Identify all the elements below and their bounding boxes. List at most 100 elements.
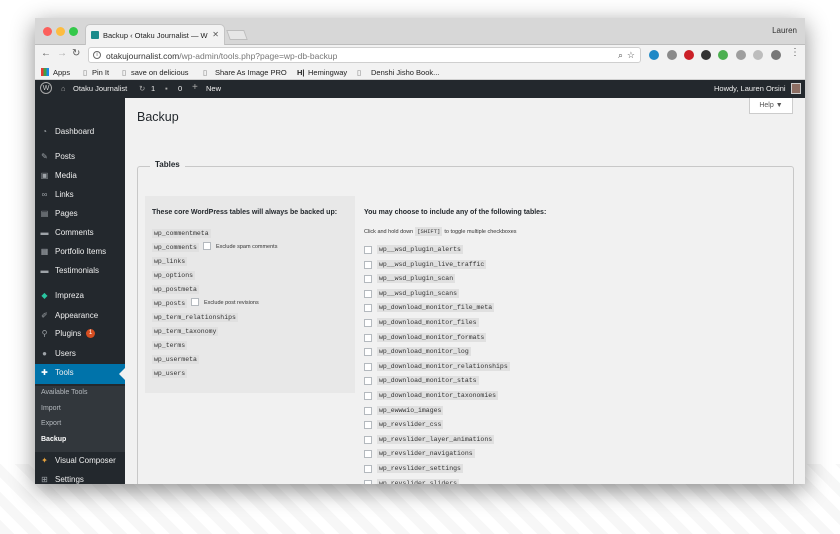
- optional-table-checkbox[interactable]: [364, 465, 372, 473]
- submenu-import[interactable]: Import: [41, 405, 61, 412]
- browser-tab[interactable]: Backup ‹ Otaku Journalist — W ✕: [85, 24, 225, 45]
- zoom-icon[interactable]: ⌕: [618, 50, 623, 61]
- comment-icon: ▬: [40, 228, 49, 237]
- blocked-icon[interactable]: [771, 50, 781, 60]
- maximize-window-button[interactable]: [69, 27, 78, 36]
- optional-table-checkbox[interactable]: [364, 450, 372, 459]
- submenu-export[interactable]: Export: [41, 420, 61, 427]
- optional-tables-heading: You may choose to include any of the fol…: [364, 209, 547, 216]
- core-table-name: wp_links: [152, 257, 188, 266]
- sidebar-item-comments[interactable]: ▬ Comments: [35, 224, 125, 243]
- optional-table-name: wp_ewwwio_images: [377, 405, 444, 415]
- optional-table-checkbox[interactable]: [364, 421, 372, 430]
- sidebar-item-impreza[interactable]: ◆ Impreza: [35, 287, 125, 306]
- plus-icon[interactable]: +: [192, 82, 198, 93]
- forward-arrow-icon[interactable]: →: [57, 48, 67, 59]
- bookmark-pin-it[interactable]: Pin It: [92, 68, 109, 77]
- puzzle-extension-icon[interactable]: [667, 50, 677, 60]
- browser-toolbar: ← → ↻ i otakujournalist.com/wp-admin/too…: [35, 45, 805, 65]
- cloud-icon[interactable]: [736, 50, 746, 60]
- vc-icon: ✦: [41, 456, 48, 465]
- tab-title: Backup ‹ Otaku Journalist — W: [103, 31, 208, 40]
- sidebar-item-label: Settings: [55, 475, 84, 484]
- green-extension-icon[interactable]: [718, 50, 728, 60]
- submenu-available-tools[interactable]: Available Tools: [41, 389, 87, 396]
- testimonial-icon: ▬: [40, 266, 49, 275]
- bookmark-page-icon: ▯: [83, 68, 88, 77]
- sidebar-item-appearance[interactable]: ✐ Appearance: [35, 307, 125, 326]
- site-name-link[interactable]: Otaku Journalist: [73, 84, 127, 93]
- optional-table-checkbox[interactable]: [364, 304, 372, 313]
- minimize-window-button[interactable]: [56, 27, 65, 36]
- home-icon: ⌂: [61, 84, 66, 93]
- pinterest-icon[interactable]: [684, 50, 694, 60]
- updates-icon[interactable]: ↻: [139, 84, 145, 93]
- sidebar-item-testimonials[interactable]: ▬ Testimonials: [35, 262, 125, 281]
- gray-extension-icon[interactable]: [753, 50, 763, 60]
- info-icon[interactable]: i: [93, 51, 101, 59]
- optional-table-checkbox[interactable]: [364, 246, 372, 254]
- profile-name[interactable]: Lauren: [772, 26, 797, 35]
- sidebar-item-pages[interactable]: ▤ Pages: [35, 205, 125, 224]
- sidebar-item-tools[interactable]: ✚ Tools: [35, 364, 125, 384]
- exclude-revisions-checkbox[interactable]: [191, 298, 199, 306]
- sidebar-item-label: Pages: [55, 209, 78, 218]
- optional-table-checkbox[interactable]: [364, 289, 372, 298]
- extension-icon[interactable]: [649, 50, 659, 60]
- sidebar-item-links[interactable]: ∞ Links: [35, 186, 125, 205]
- sidebar-item-label: Posts: [55, 152, 76, 161]
- dark-extension-icon[interactable]: [701, 50, 711, 60]
- diamond-icon: ◆: [41, 291, 48, 300]
- comment-bubble-icon[interactable]: ▪: [165, 84, 168, 93]
- optional-table-checkbox[interactable]: [364, 377, 372, 386]
- close-window-button[interactable]: [43, 27, 52, 36]
- howdy-user-link[interactable]: Howdy, Lauren Orsini: [714, 84, 786, 93]
- brush-icon: ✐: [41, 311, 48, 320]
- updates-count[interactable]: 1: [151, 84, 155, 93]
- new-content-link[interactable]: New: [206, 84, 221, 93]
- sidebar-item-settings[interactable]: ⊞ Settings: [35, 471, 125, 484]
- bookmark-share-as-image[interactable]: Share As Image PRO: [215, 68, 287, 77]
- exclude-spam-checkbox[interactable]: [203, 242, 211, 250]
- help-tab-button[interactable]: Help ▼: [749, 98, 793, 114]
- avatar[interactable]: [791, 83, 801, 94]
- optional-table-checkbox[interactable]: [364, 260, 372, 269]
- sidebar-item-label: Links: [55, 190, 74, 199]
- sidebar-item-media[interactable]: ▣ Media: [35, 167, 125, 186]
- bookmark-apps[interactable]: Apps: [53, 68, 70, 77]
- optional-table-checkbox[interactable]: [364, 435, 372, 444]
- portfolio-icon: ▦: [40, 247, 49, 256]
- sidebar-item-posts[interactable]: ✎ Posts: [35, 148, 125, 167]
- reload-icon[interactable]: ↻: [72, 48, 80, 59]
- submenu-backup[interactable]: Backup: [41, 436, 66, 443]
- bookmark-denshi-jisho[interactable]: Denshi Jisho Book...: [371, 68, 439, 77]
- sidebar-item-plugins[interactable]: ⚲ Plugins 1: [35, 325, 125, 344]
- core-table-name: wp_term_relationships: [152, 313, 238, 322]
- bookmark-hemingway[interactable]: Hemingway: [308, 68, 347, 77]
- optional-table-checkbox[interactable]: [364, 348, 372, 357]
- optional-table-checkbox[interactable]: [364, 406, 372, 415]
- more-menu-icon[interactable]: ⋮: [790, 47, 800, 58]
- comments-count[interactable]: 0: [178, 84, 182, 93]
- optional-table-checkbox[interactable]: [364, 479, 372, 484]
- optional-table-checkbox[interactable]: [364, 319, 372, 327]
- optional-table-checkbox[interactable]: [364, 275, 372, 284]
- back-arrow-icon[interactable]: ←: [41, 48, 51, 59]
- new-tab-button[interactable]: [226, 30, 248, 40]
- wordpress-logo-icon[interactable]: W: [40, 82, 52, 94]
- bookmark-delicious[interactable]: save on delicious: [131, 68, 189, 77]
- wp-admin-bar: W ⌂ Otaku Journalist ↻ 1 ▪ 0 + New Howdy…: [35, 80, 805, 98]
- sidebar-item-visual-composer[interactable]: ✦ Visual Composer: [35, 452, 125, 471]
- shift-key: [SHIFT]: [415, 227, 443, 236]
- optional-table-checkbox[interactable]: [364, 362, 372, 371]
- sidebar-item-users[interactable]: ● Users: [35, 345, 125, 364]
- sidebar-item-dashboard[interactable]: ◔ Dashboard: [35, 123, 125, 142]
- optional-table-name: wp_revslider_layer_animations: [377, 434, 495, 444]
- sidebar-item-label: Visual Composer: [55, 456, 116, 465]
- address-bar[interactable]: i otakujournalist.com/wp-admin/tools.php…: [88, 47, 641, 63]
- sidebar-item-portfolio-items[interactable]: ▦ Portfolio Items: [35, 243, 125, 262]
- optional-table-checkbox[interactable]: [364, 392, 372, 400]
- bookmark-star-icon[interactable]: ☆: [627, 50, 635, 61]
- close-tab-icon[interactable]: ✕: [212, 30, 219, 39]
- optional-table-checkbox[interactable]: [364, 333, 372, 342]
